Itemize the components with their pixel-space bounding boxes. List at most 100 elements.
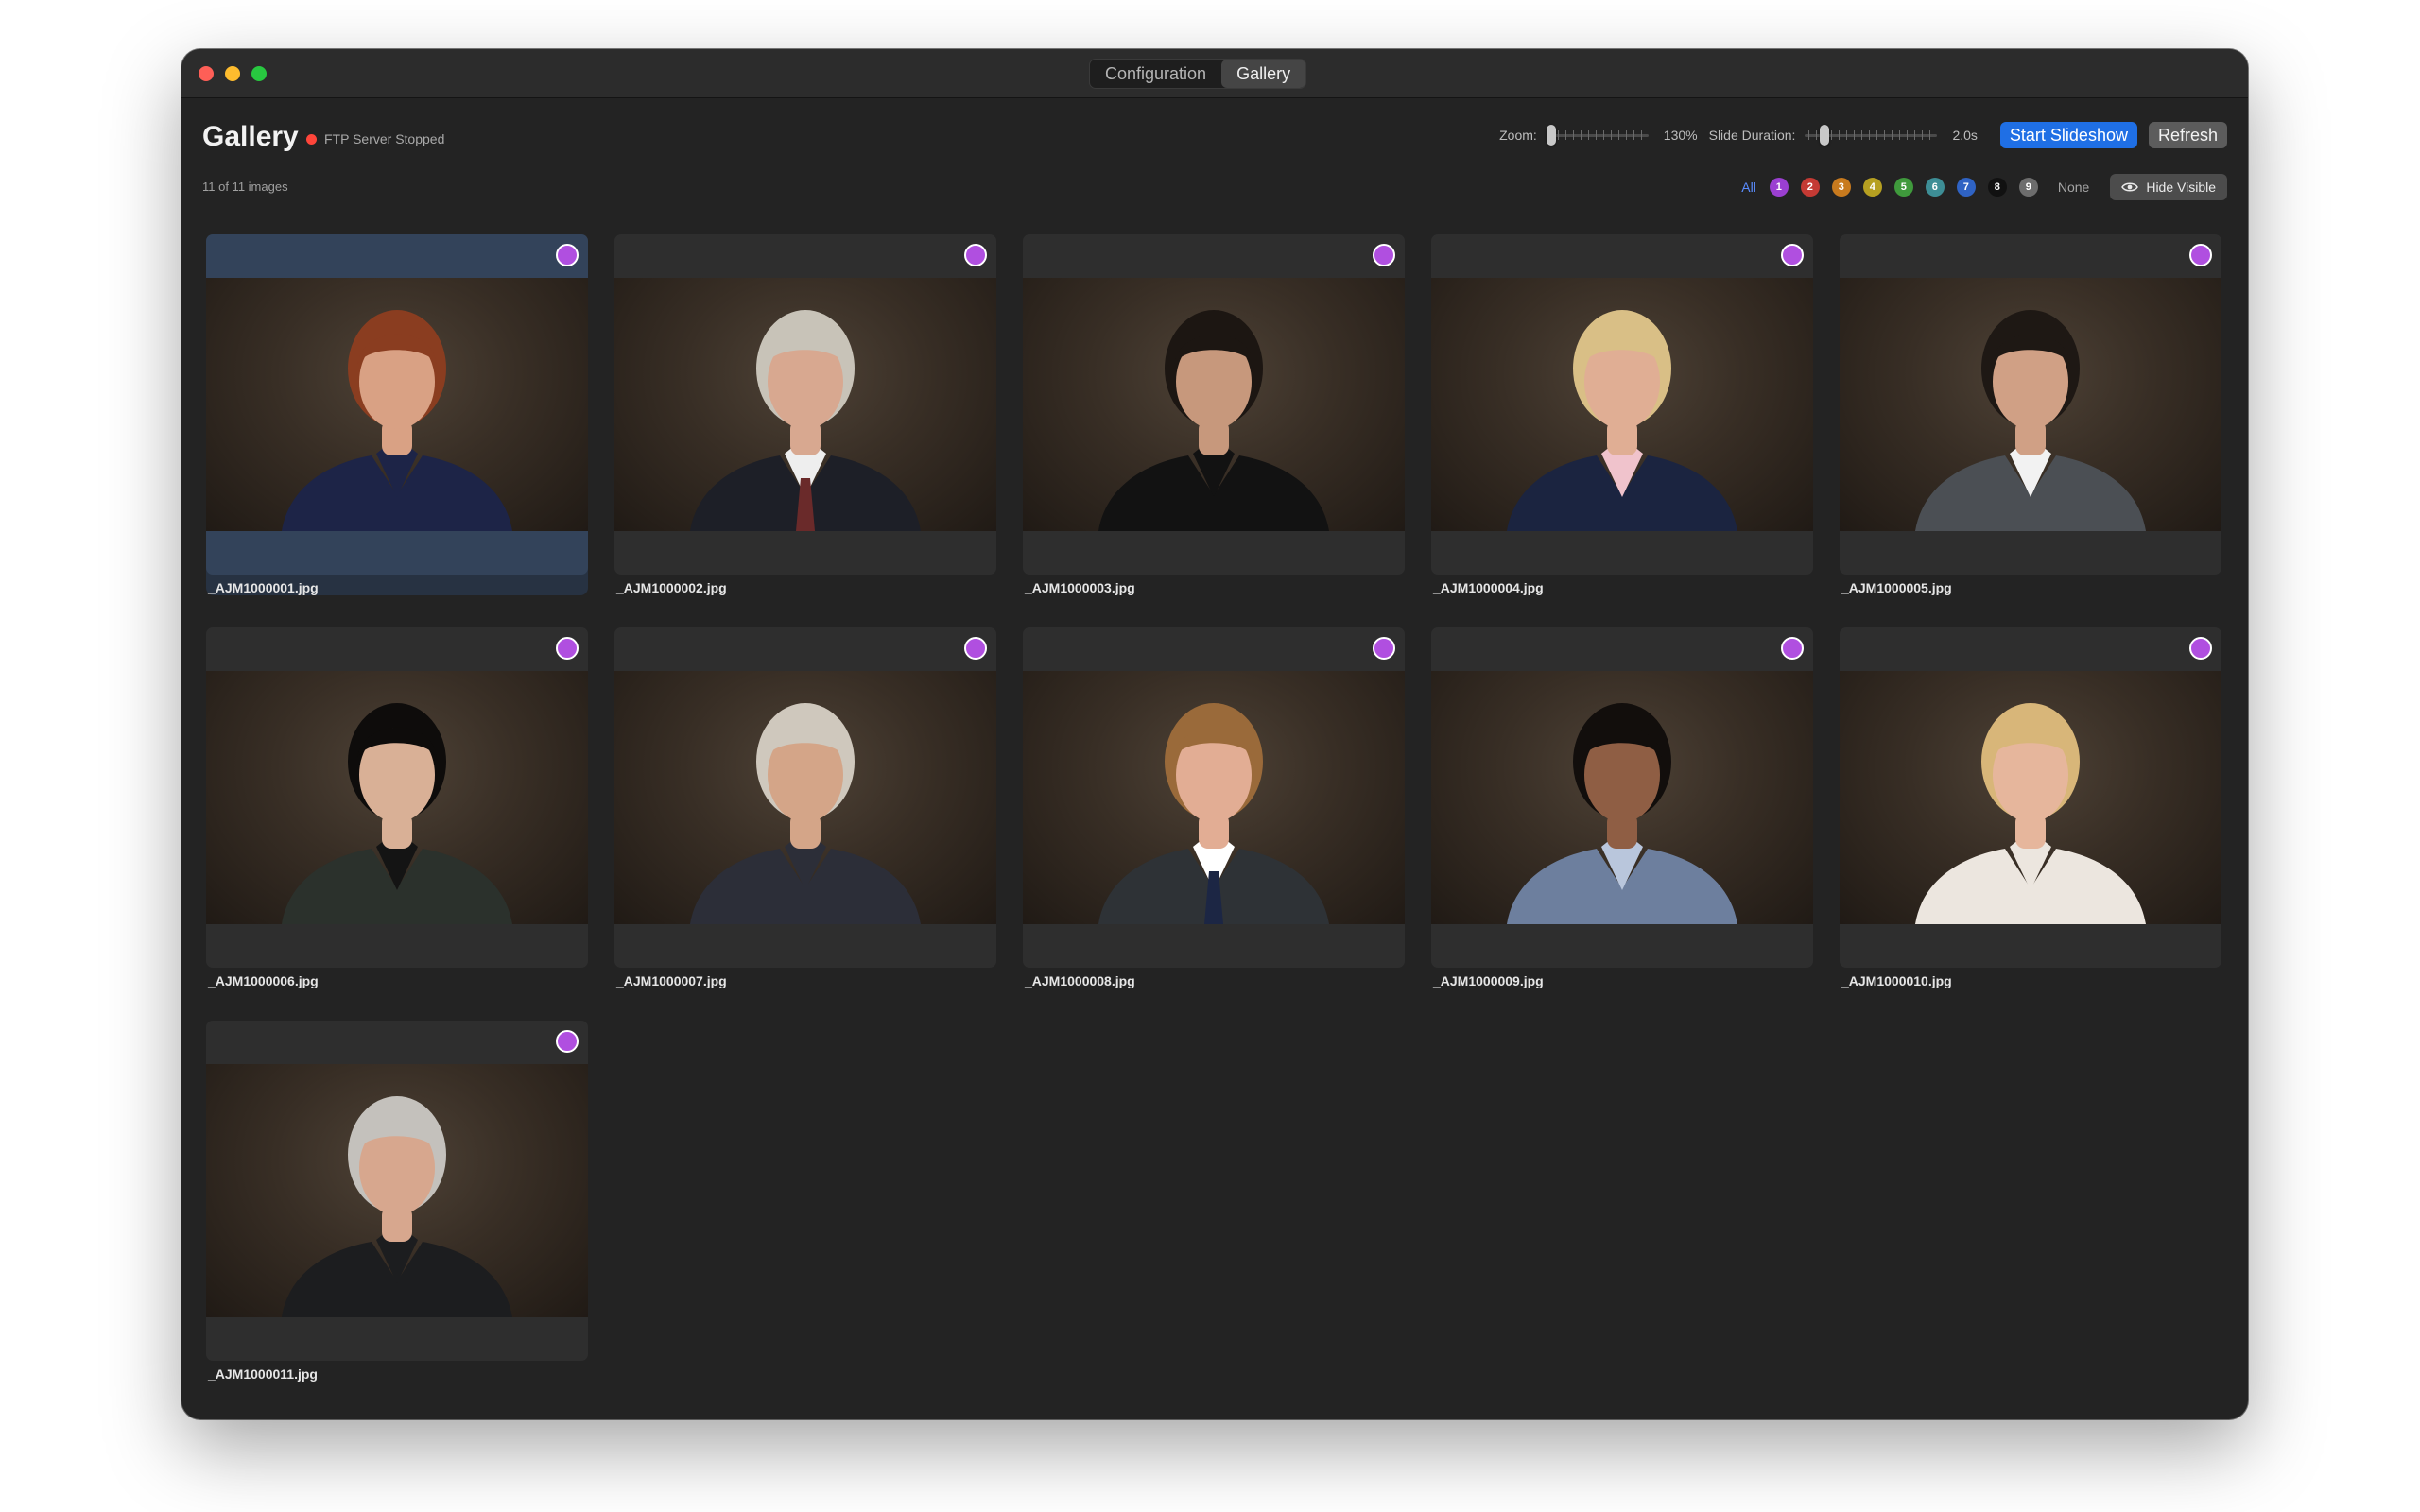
color-filter-2[interactable]: 2 [1800,178,1820,197]
portrait-illustration [1915,703,2146,924]
portrait-illustration [282,703,512,924]
color-filter-4[interactable]: 4 [1862,178,1882,197]
thumbnail-frame[interactable] [1431,627,1813,968]
filter-all[interactable]: All [1741,180,1756,195]
zoom-value: 130% [1663,128,1698,143]
color-tag-icon[interactable] [1781,637,1804,660]
color-filter-5[interactable]: 5 [1893,178,1913,197]
gallery-card[interactable]: _AJM1000008.jpg [1023,627,1405,988]
gallery-card[interactable]: _AJM1000001.jpg [206,234,588,595]
portrait-illustration [1507,703,1737,924]
image-grid: _AJM1000001.jpg _AJM1000002.jpg _AJM1000… [206,234,2221,1382]
hide-visible-button[interactable]: Hide Visible [2110,174,2227,200]
thumbnail-frame[interactable] [206,1021,588,1361]
portrait-photo[interactable] [1840,278,2221,531]
portrait-photo[interactable] [614,278,996,531]
color-filter-9[interactable]: 9 [2018,178,2038,197]
image-filename: _AJM1000007.jpg [616,973,727,988]
image-filename: _AJM1000010.jpg [1841,973,1952,988]
gallery-card[interactable]: _AJM1000010.jpg [1840,627,2221,988]
image-filename: _AJM1000011.jpg [208,1366,318,1382]
page-title: Gallery [202,121,299,152]
gallery-card[interactable]: _AJM1000003.jpg [1023,234,1405,595]
toolbar-controls: Zoom: 130% Slide Duration: 2.0s Start Sl… [1499,121,2227,149]
color-tag-icon[interactable] [964,637,987,660]
portrait-photo[interactable] [1431,278,1813,531]
close-window-button[interactable] [199,66,214,81]
zoom-slider-ticks [1549,130,1645,140]
portrait-photo[interactable] [1023,671,1405,924]
portrait-photo[interactable] [1023,278,1405,531]
thumbnail-frame[interactable] [1840,627,2221,968]
portrait-photo[interactable] [1840,671,2221,924]
color-filter-7[interactable]: 7 [1956,178,1976,197]
refresh-button[interactable]: Refresh [2148,122,2227,148]
zoom-slider[interactable] [1546,124,1649,146]
slide-duration-value: 2.0s [1952,128,1978,143]
view-tabs: Configuration Gallery [1089,59,1307,89]
zoom-window-button[interactable] [251,66,267,81]
color-filter-bar: All 123456789 None Hide Visible [1741,174,2227,200]
portrait-illustration [690,703,921,924]
color-tag-icon[interactable] [1373,244,1395,266]
color-filter-8[interactable]: 8 [1987,178,2007,197]
color-tag-icon[interactable] [556,1030,579,1053]
portrait-photo[interactable] [1431,671,1813,924]
portrait-photo[interactable] [206,671,588,924]
thumbnail-frame[interactable] [614,234,996,575]
gallery-card[interactable]: _AJM1000004.jpg [1431,234,1813,595]
start-slideshow-button[interactable]: Start Slideshow [1999,122,2137,148]
status-indicator-icon [306,133,317,145]
color-tag-icon[interactable] [1781,244,1804,266]
color-tag-icon[interactable] [556,244,579,266]
color-tag-icon[interactable] [556,637,579,660]
image-count: 11 of 11 images [202,180,288,194]
color-filter-chips: 123456789 [1769,178,2050,197]
portrait-illustration [1098,703,1329,924]
thumbnail-frame[interactable] [614,627,996,968]
gallery-card[interactable]: _AJM1000006.jpg [206,627,588,988]
image-filename: _AJM1000009.jpg [1433,973,1544,988]
tab-configuration[interactable]: Configuration [1090,60,1221,88]
color-tag-icon[interactable] [1373,637,1395,660]
filter-none[interactable]: None [2058,180,2089,195]
duration-slider-thumb[interactable] [1820,125,1830,146]
app-window: Configuration Gallery Gallery FTP Server… [182,49,2248,1419]
gallery-card[interactable]: _AJM1000009.jpg [1431,627,1813,988]
title-bar: Configuration Gallery [182,49,2248,98]
thumbnail-frame[interactable] [1023,234,1405,575]
portrait-photo[interactable] [206,1064,588,1317]
thumbnail-frame[interactable] [206,234,588,575]
color-tag-icon[interactable] [964,244,987,266]
image-filename: _AJM1000006.jpg [208,973,319,988]
ftp-status: FTP Server Stopped [306,129,444,149]
portrait-photo[interactable] [614,671,996,924]
portrait-illustration [282,1096,512,1317]
image-filename: _AJM1000005.jpg [1841,580,1952,595]
portrait-photo[interactable] [206,278,588,531]
status-text: FTP Server Stopped [324,131,445,146]
slide-duration-label: Slide Duration: [1708,128,1796,143]
thumbnail-frame[interactable] [206,627,588,968]
thumbnail-frame[interactable] [1431,234,1813,575]
color-tag-icon[interactable] [2189,244,2212,266]
gallery-card[interactable]: _AJM1000002.jpg [614,234,996,595]
tab-gallery[interactable]: Gallery [1221,60,1306,88]
gallery-card[interactable]: _AJM1000005.jpg [1840,234,2221,595]
color-filter-1[interactable]: 1 [1769,178,1789,197]
minimize-window-button[interactable] [225,66,240,81]
image-filename: _AJM1000003.jpg [1025,580,1135,595]
zoom-slider-thumb[interactable] [1546,125,1556,146]
gallery-card[interactable]: _AJM1000011.jpg [206,1021,588,1382]
color-filter-3[interactable]: 3 [1831,178,1851,197]
eye-icon [2121,182,2139,192]
thumbnail-frame[interactable] [1023,627,1405,968]
color-tag-icon[interactable] [2189,637,2212,660]
thumbnail-frame[interactable] [1840,234,2221,575]
portrait-illustration [282,310,512,531]
gallery-card[interactable]: _AJM1000007.jpg [614,627,996,988]
zoom-label: Zoom: [1499,128,1537,143]
color-filter-6[interactable]: 6 [1925,178,1945,197]
portrait-illustration [1915,310,2146,531]
slide-duration-slider[interactable] [1805,124,1938,146]
